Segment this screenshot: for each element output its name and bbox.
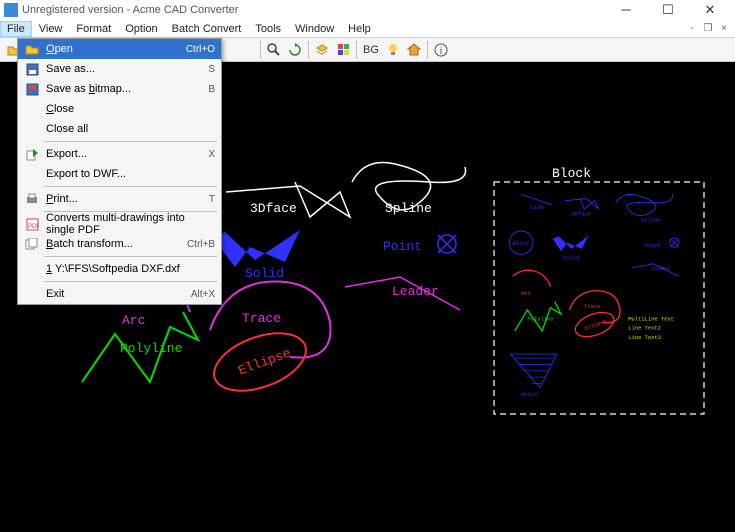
svg-text:MultiLine Text: MultiLine Text xyxy=(628,315,674,322)
label-3dface: 3Dface xyxy=(250,201,297,216)
menu-format[interactable]: Format xyxy=(69,21,118,37)
bulb-icon[interactable] xyxy=(383,40,403,60)
block-frame xyxy=(494,182,704,414)
svg-text:Leader: Leader xyxy=(651,265,671,272)
svg-text:Arc: Arc xyxy=(521,290,531,297)
svg-text:Line Text3: Line Text3 xyxy=(628,334,661,341)
menu-item-export-dwf[interactable]: Export to DWF... xyxy=(18,164,221,184)
svg-text:Line: Line xyxy=(531,204,544,211)
find-icon[interactable] xyxy=(264,40,284,60)
mdi-controls: - ❐ × xyxy=(685,23,735,34)
mdi-minimize-icon[interactable]: - xyxy=(685,23,699,34)
label-leader: Leader xyxy=(392,284,439,299)
bg-button[interactable]: BG xyxy=(360,43,382,57)
svg-text:PDF: PDF xyxy=(28,224,39,230)
menu-item-print[interactable]: Print... T xyxy=(18,189,221,209)
menu-option[interactable]: Option xyxy=(118,21,164,37)
menu-view[interactable]: View xyxy=(32,21,70,37)
maximize-button[interactable]: ☐ xyxy=(647,0,689,20)
menu-tools[interactable]: Tools xyxy=(248,21,288,37)
svg-text:i: i xyxy=(440,46,442,57)
svg-text:Polyline: Polyline xyxy=(527,315,553,322)
svg-text:Solid: Solid xyxy=(563,255,579,262)
menu-item-close-all[interactable]: Close all xyxy=(18,119,221,139)
titlebar: Unregistered version - Acme CAD Converte… xyxy=(0,0,735,20)
menu-help[interactable]: Help xyxy=(341,21,378,37)
svg-text:Ellipse: Ellipse xyxy=(584,318,608,332)
app-icon xyxy=(4,3,18,17)
svg-text:Hatch: Hatch xyxy=(521,391,537,398)
svg-text:Trace: Trace xyxy=(584,303,600,310)
label-point: Point xyxy=(383,239,422,254)
svg-text:Line Text2: Line Text2 xyxy=(628,325,661,332)
file-menu-dropdown: OOpenpen Ctrl+O Save as... S Save as bit… xyxy=(17,38,222,305)
menu-item-save-bitmap[interactable]: Save as bitmap... B xyxy=(18,79,221,99)
menu-item-convert-pdf[interactable]: PDF Converts multi-drawings into single … xyxy=(18,214,221,234)
pdf-icon: PDF xyxy=(22,218,42,231)
label-ellipse: Ellipse xyxy=(236,346,292,379)
layers-icon[interactable] xyxy=(312,40,332,60)
menu-item-close[interactable]: Close xyxy=(18,99,221,119)
info-icon[interactable]: i xyxy=(431,40,451,60)
label-block: Block xyxy=(552,166,591,181)
menu-item-save-as[interactable]: Save as... S xyxy=(18,59,221,79)
menubar: File View Format Option Batch Convert To… xyxy=(0,20,735,38)
svg-text:3Dface: 3Dface xyxy=(572,210,592,217)
label-spline: Spline xyxy=(385,201,432,216)
menu-item-recent-1[interactable]: 1 Y:\FFS\Softpedia DXF.dxf xyxy=(18,259,221,279)
mdi-restore-icon[interactable]: ❐ xyxy=(701,23,715,34)
svg-text:Block: Block xyxy=(513,240,529,247)
label-polyline: Polyline xyxy=(120,341,182,356)
menu-item-export[interactable]: Export... X xyxy=(18,144,221,164)
menu-item-batch-transform[interactable]: Batch transform... Ctrl+B xyxy=(18,234,221,254)
save-bitmap-icon xyxy=(22,83,42,96)
svg-text:Spline: Spline xyxy=(641,217,661,224)
folder-open-icon xyxy=(22,43,42,55)
swatch-icon[interactable] xyxy=(333,40,353,60)
menu-batch-convert[interactable]: Batch Convert xyxy=(165,21,249,37)
home-icon[interactable] xyxy=(404,40,424,60)
menu-window[interactable]: Window xyxy=(288,21,341,37)
shape-solid xyxy=(212,230,300,267)
refresh-icon[interactable] xyxy=(285,40,305,60)
export-icon xyxy=(22,148,42,161)
minimize-button[interactable]: ─ xyxy=(605,0,647,20)
label-solid: Solid xyxy=(245,266,284,281)
svg-text:Point: Point xyxy=(645,242,661,249)
close-button[interactable]: ✕ xyxy=(689,0,731,20)
window-title: Unregistered version - Acme CAD Converte… xyxy=(22,4,605,16)
save-icon xyxy=(22,63,42,76)
label-arc: Arc xyxy=(122,313,145,328)
menu-item-exit[interactable]: Exit Alt+X xyxy=(18,284,221,304)
label-trace: Trace xyxy=(242,311,281,326)
batch-icon xyxy=(22,238,42,251)
mdi-close-icon[interactable]: × xyxy=(717,23,731,34)
menu-item-open[interactable]: OOpenpen Ctrl+O xyxy=(18,39,221,59)
menu-file[interactable]: File xyxy=(0,21,32,37)
print-icon xyxy=(22,193,42,206)
